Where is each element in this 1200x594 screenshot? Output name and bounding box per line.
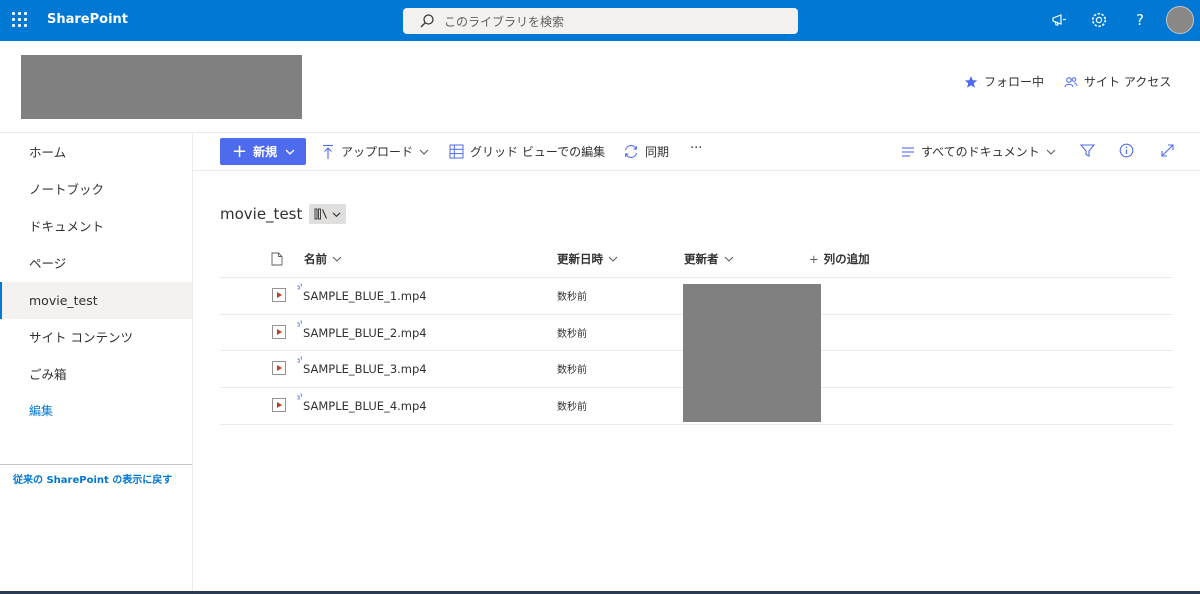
- chevron-down-icon: [332, 256, 342, 262]
- new-label: 新規: [253, 145, 278, 159]
- video-file-icon: [272, 361, 286, 375]
- more-options-button[interactable]: ···: [690, 141, 702, 156]
- site-logo-redacted: [21, 55, 302, 119]
- nav-item-site-contents[interactable]: サイト コンテンツ: [0, 319, 192, 356]
- site-access-button[interactable]: サイト アクセス: [1064, 73, 1171, 90]
- svg-text:?: ?: [1136, 11, 1144, 29]
- library-title: movie_test: [220, 205, 303, 223]
- column-modified-by-label: 更新者: [684, 252, 719, 266]
- file-type-icon[interactable]: [271, 252, 283, 266]
- column-header-name[interactable]: 名前: [304, 251, 342, 267]
- file-name[interactable]: SAMPLE_BLUE_4.mp4: [303, 399, 427, 413]
- column-header-modified-by[interactable]: 更新者: [684, 251, 734, 267]
- nav-item-notebook[interactable]: ノートブック: [0, 171, 192, 208]
- nav-divider: [0, 464, 192, 465]
- site-access-label: サイト アクセス: [1084, 75, 1172, 89]
- help-icon[interactable]: ?: [1131, 11, 1149, 29]
- chevron-down-icon: [724, 256, 733, 262]
- add-column-button[interactable]: + 列の追加: [809, 251, 870, 267]
- nav-item-pages[interactable]: ページ: [0, 245, 192, 282]
- view-selector[interactable]: すべてのドキュメント: [901, 143, 1056, 160]
- suite-bar: SharePoint このライブラリを検索 ?: [0, 0, 1200, 41]
- people-icon: [1064, 76, 1078, 87]
- video-file-icon: [272, 288, 286, 302]
- sync-label: 同期: [645, 145, 670, 159]
- star-icon: [964, 75, 978, 88]
- nav-item-documents[interactable]: ドキュメント: [0, 208, 192, 245]
- file-name[interactable]: SAMPLE_BLUE_3.mp4: [303, 362, 427, 376]
- grid-view-edit-button[interactable]: グリッド ビューでの編集: [449, 143, 605, 160]
- new-button[interactable]: + 新規: [220, 138, 306, 165]
- grid-view-edit-label: グリッド ビューでの編集: [470, 145, 606, 159]
- search-box[interactable]: このライブラリを検索: [403, 8, 798, 34]
- info-icon[interactable]: [1119, 143, 1134, 158]
- search-placeholder: このライブラリを検索: [444, 15, 565, 29]
- upload-icon: [323, 144, 333, 159]
- modified-by-redacted: [683, 284, 821, 422]
- search-icon: [420, 14, 434, 28]
- modified-time: 数秒前: [557, 292, 587, 303]
- plus-icon: +: [232, 140, 248, 162]
- upload-label: アップロード: [341, 145, 414, 159]
- chevron-down-icon: [285, 149, 295, 155]
- file-name[interactable]: SAMPLE_BLUE_1.mp4: [303, 289, 427, 303]
- classic-view-link[interactable]: 従来の SharePoint の表示に戻す: [13, 471, 172, 486]
- chevron-down-icon: [332, 211, 341, 217]
- add-column-label: 列の追加: [823, 252, 870, 266]
- video-file-icon: [272, 325, 286, 339]
- column-modified-label: 更新日時: [557, 252, 603, 266]
- video-file-icon: [272, 398, 286, 412]
- chevron-down-icon: [1046, 149, 1056, 155]
- nav-item-movie-test[interactable]: movie_test: [0, 282, 192, 319]
- expand-icon[interactable]: [1160, 143, 1175, 158]
- plus-icon: +: [809, 252, 819, 266]
- avatar[interactable]: [1166, 6, 1194, 34]
- upload-button[interactable]: アップロード: [321, 143, 429, 160]
- chevron-down-icon: [419, 149, 429, 155]
- app-name[interactable]: SharePoint: [47, 12, 128, 27]
- nav-item-recycle-bin[interactable]: ごみ箱: [0, 356, 192, 393]
- chevron-down-icon: [608, 256, 618, 262]
- follow-button[interactable]: フォロー中: [964, 73, 1044, 90]
- sync-icon: [624, 145, 638, 158]
- waffle-icon[interactable]: [12, 12, 28, 28]
- file-name[interactable]: SAMPLE_BLUE_2.mp4: [303, 326, 427, 340]
- column-name-label: 名前: [304, 252, 327, 266]
- modified-time: 数秒前: [557, 329, 587, 340]
- sync-button[interactable]: 同期: [623, 143, 669, 160]
- modified-time: 数秒前: [557, 402, 587, 413]
- nav-edit-link[interactable]: 編集: [0, 393, 192, 430]
- library-view-button[interactable]: [309, 204, 346, 224]
- follow-label: フォロー中: [984, 75, 1045, 89]
- megaphone-icon[interactable]: [1050, 11, 1068, 29]
- modified-time: 数秒前: [557, 365, 587, 376]
- settings-icon[interactable]: [1090, 11, 1108, 29]
- left-navigation: ホーム ノートブック ドキュメント ページ movie_test サイト コンテ…: [0, 133, 193, 594]
- library-icon: [314, 208, 328, 220]
- column-header-modified[interactable]: 更新日時: [557, 251, 618, 267]
- view-lines-icon: [902, 146, 914, 157]
- command-bar: + 新規 アップロード グリッド ビューでの編集 同期 ··· すべてのドキュメ…: [193, 133, 1200, 171]
- grid-icon: [449, 144, 464, 159]
- view-selector-label: すべてのドキュメント: [921, 145, 1040, 159]
- row-divider: [220, 424, 1173, 425]
- nav-item-home[interactable]: ホーム: [0, 134, 192, 171]
- filter-icon[interactable]: [1080, 143, 1095, 158]
